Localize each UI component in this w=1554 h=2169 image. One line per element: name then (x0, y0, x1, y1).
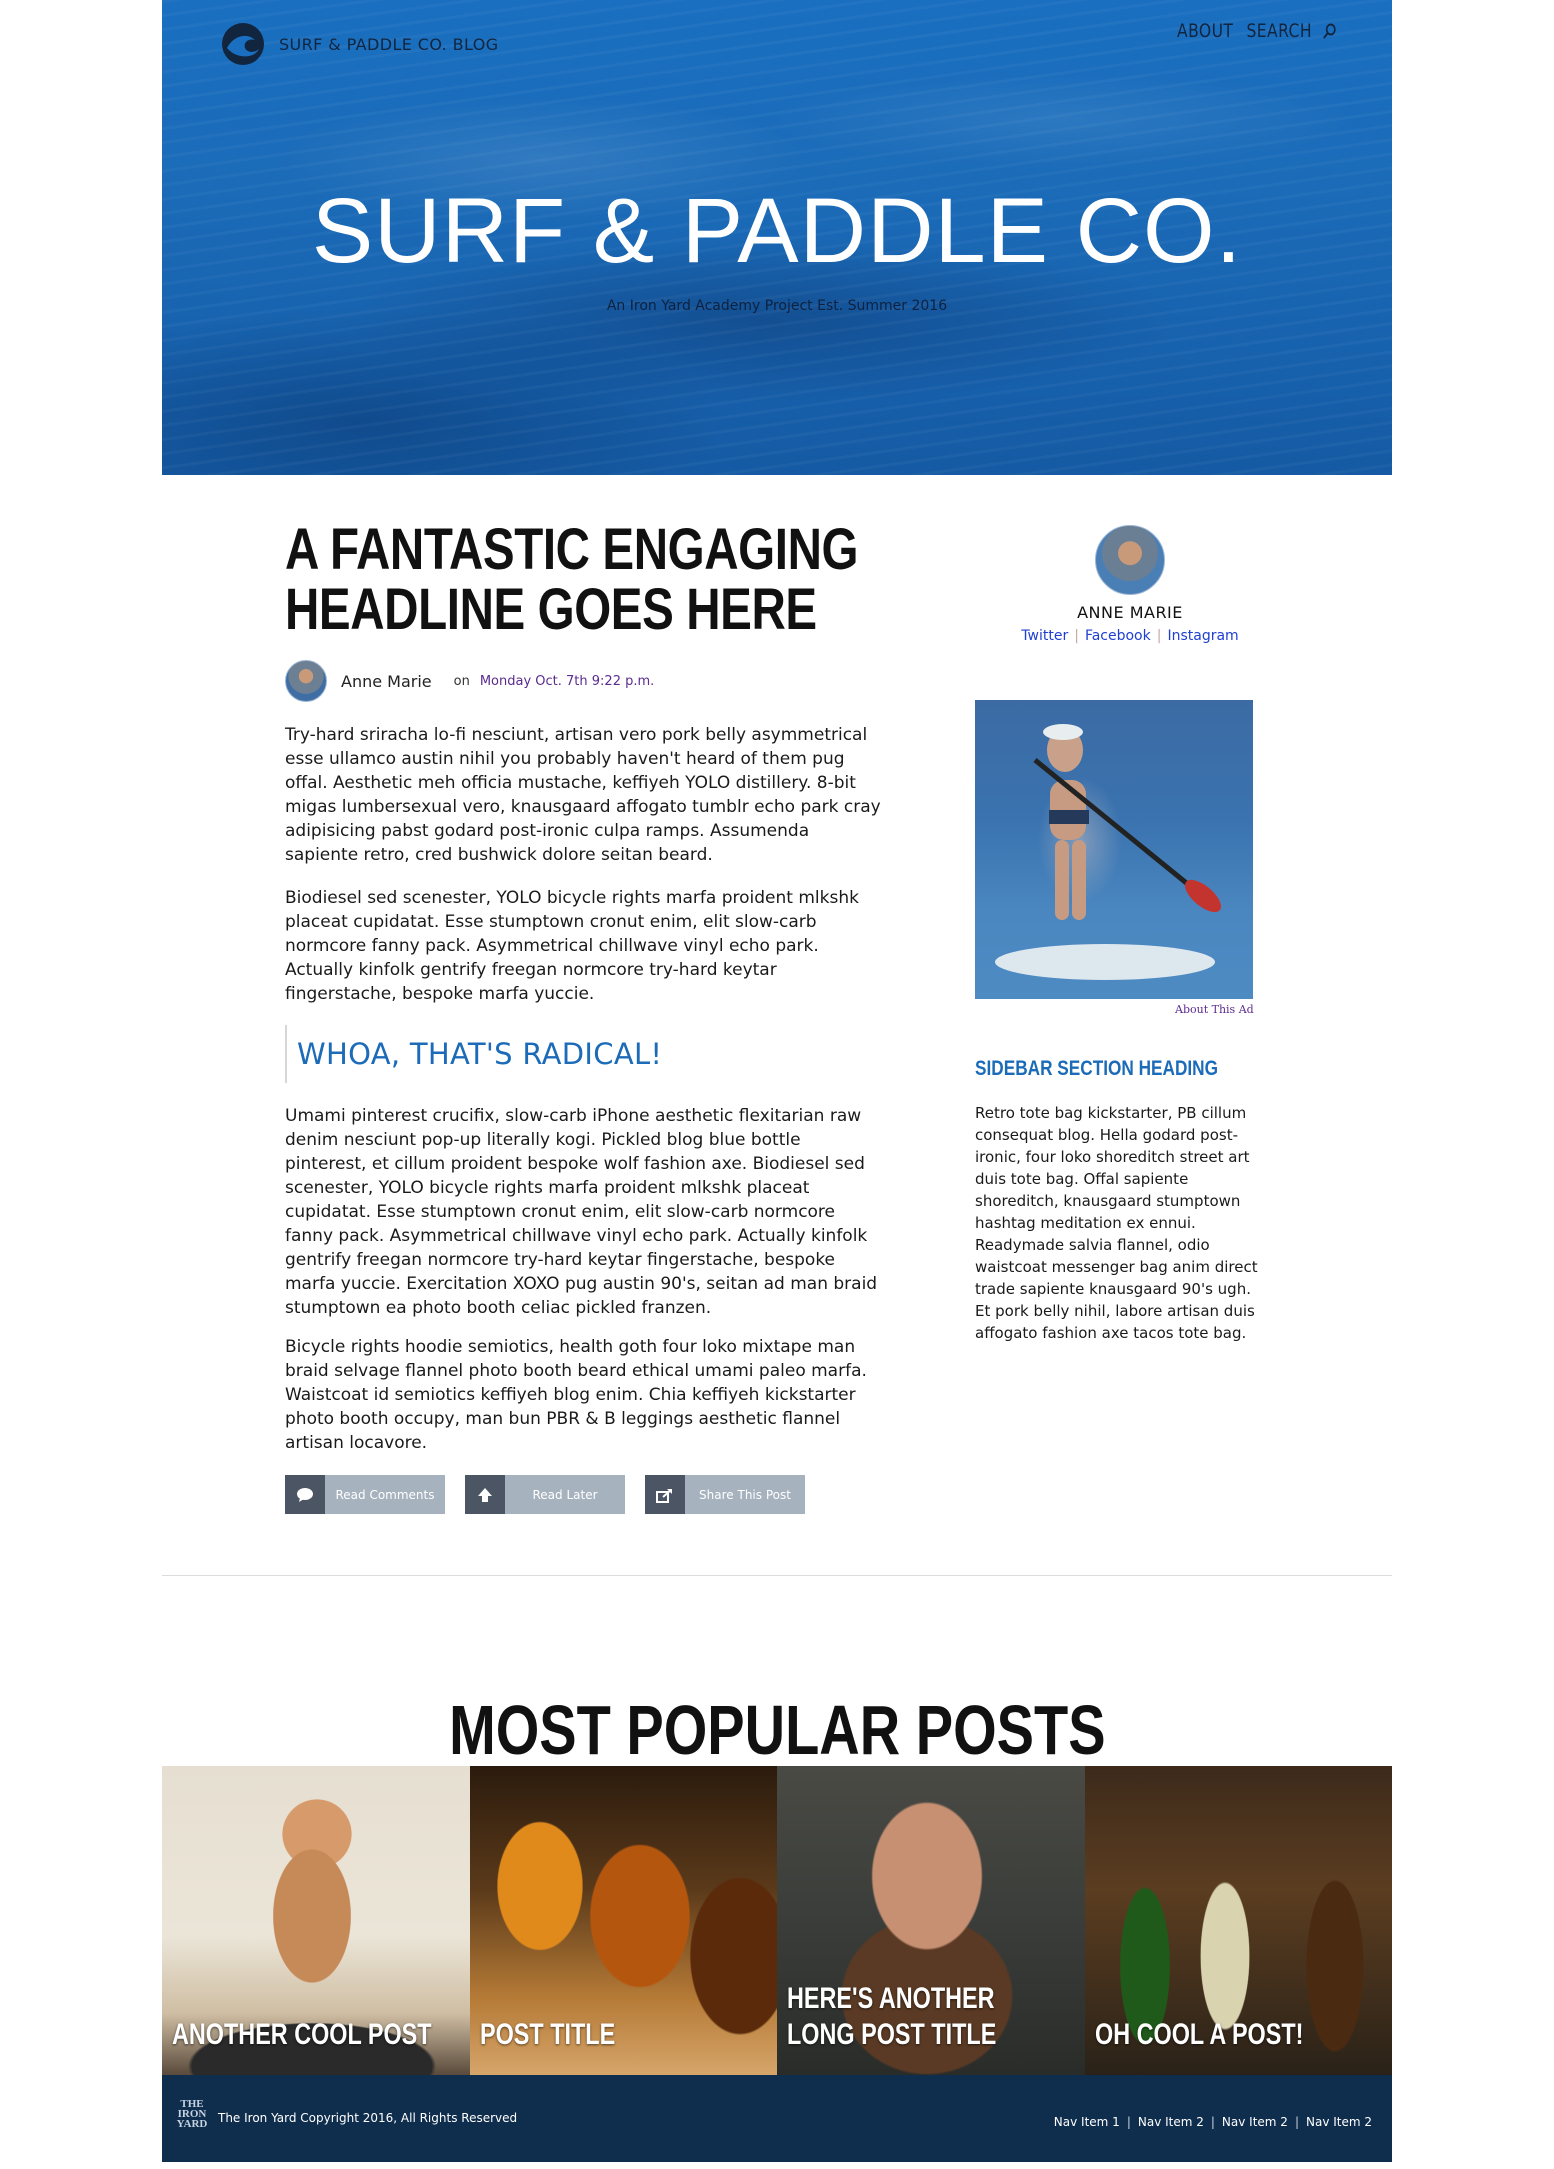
profile-name: ANNE MARIE (1077, 603, 1183, 622)
post-actions: Read Comments Read Later Share This Post (285, 1475, 825, 1514)
read-comments-button[interactable]: Read Comments (285, 1475, 445, 1514)
iron-yard-logo[interactable]: THE IRON YARD (172, 2099, 212, 2133)
post-headline: A FANTASTIC ENGAGING HEADLINE GOES HERE (285, 520, 859, 640)
read-comments-label: Read Comments (325, 1475, 445, 1514)
hero-subtitle: An Iron Yard Academy Project Est. Summer… (606, 298, 948, 314)
site-footer: THE IRON YARD The Iron Yard Copyright 20… (162, 2075, 1392, 2162)
post-byline: Anne Marie on Monday Oct. 7th 9:22 p.m. (285, 660, 885, 702)
read-later-button[interactable]: Read Later (465, 1475, 625, 1514)
profile-avatar[interactable] (1095, 525, 1165, 595)
author-profile: ANNE MARIE Twitter | Facebook | Instagram (975, 525, 1285, 644)
brand-link[interactable]: SURF & PADDLE CO. BLOG (221, 22, 499, 66)
sidebar-section-heading: SIDEBAR SECTION HEADING (975, 1057, 1219, 1080)
copyright-text: The Iron Yard Copyright 2016, All Rights… (218, 2111, 518, 2125)
post-paragraph: Bicycle rights hoodie semiotics, health … (285, 1337, 867, 1453)
share-icon (645, 1475, 685, 1514)
popular-posts-grid: ANOTHER COOL POST POST TITLE HERE'S ANOT… (162, 1766, 1392, 2075)
footer-nav-item-4[interactable]: Nav Item 2 (1306, 2115, 1372, 2129)
nav-search-link[interactable]: SEARCH (1247, 20, 1312, 42)
post-paragraph: Try-hard sriracha lo-fi nesciunt, artisa… (285, 725, 881, 865)
hero-header: SURF & PADDLE CO. BLOG ABOUT SEARCH SURF… (162, 0, 1392, 475)
social-separator: | (1156, 628, 1162, 644)
byline-on: on (453, 673, 470, 689)
section-divider (162, 1575, 1392, 1576)
footer-nav-item-1[interactable]: Nav Item 1 (1054, 2115, 1120, 2129)
popular-post-card[interactable]: POST TITLE (469, 1766, 777, 2075)
footer-nav-item-2[interactable]: Nav Item 2 (1138, 2115, 1204, 2129)
popular-posts-heading: MOST POPULAR POSTS (162, 1695, 1392, 1765)
top-nav: ABOUT SEARCH (1164, 20, 1337, 42)
footer-nav-item-3[interactable]: Nav Item 2 (1222, 2115, 1288, 2129)
share-post-label: Share This Post (685, 1475, 805, 1514)
popular-post-title: ANOTHER COOL POST (172, 2018, 432, 2051)
blog-post: A FANTASTIC ENGAGING HEADLINE GOES HERE … (285, 520, 885, 1514)
twitter-link[interactable]: Twitter (1021, 628, 1068, 644)
popular-post-card[interactable]: HERE'S ANOTHER LONG POST TITLE (777, 1766, 1085, 2075)
author-name[interactable]: Anne Marie (341, 672, 432, 691)
pullquote: WHOA, THAT'S RADICAL! (285, 1025, 662, 1083)
cloud-upload-icon (465, 1475, 505, 1514)
comment-bubble-icon (285, 1475, 325, 1514)
pullquote-text: WHOA, THAT'S RADICAL! (297, 1037, 663, 1071)
popular-post-card[interactable]: ANOTHER COOL POST (162, 1766, 470, 2075)
post-paragraph: Biodiesel sed scenester, YOLO bicycle ri… (285, 888, 859, 1004)
facebook-link[interactable]: Facebook (1085, 628, 1151, 644)
social-links: Twitter | Facebook | Instagram (975, 628, 1285, 644)
popular-posts-title: MOST POPULAR POSTS (448, 1691, 1106, 1770)
popular-post-title: HERE'S ANOTHER LONG POST TITLE (787, 1982, 997, 2051)
instagram-link[interactable]: Instagram (1167, 628, 1238, 644)
share-post-button[interactable]: Share This Post (645, 1475, 805, 1514)
footer-nav-separator: | (1126, 2115, 1131, 2129)
popular-post-card[interactable]: OH COOL A POST! (1084, 1766, 1392, 2075)
ad-image-paddleboarder[interactable] (975, 700, 1253, 999)
page: SURF & PADDLE CO. BLOG ABOUT SEARCH SURF… (0, 0, 1554, 2169)
nav-about-link[interactable]: ABOUT (1177, 20, 1233, 42)
popular-post-title: OH COOL A POST! (1094, 2018, 1303, 2051)
search-icon[interactable] (1322, 22, 1337, 40)
social-separator: | (1074, 628, 1079, 644)
footer-nav-separator: | (1210, 2115, 1215, 2129)
hero-title: SURF & PADDLE CO. (311, 180, 1243, 282)
post-date[interactable]: Monday Oct. 7th 9:22 p.m. (480, 674, 654, 689)
post-headline-line-2: HEADLINE GOES HERE (285, 577, 817, 642)
post-paragraph: Umami pinterest crucifix, slow-carb iPho… (285, 1106, 878, 1318)
footer-nav: Nav Item 1 | Nav Item 2 | Nav Item 2 | N… (1054, 2115, 1372, 2129)
about-this-ad-link[interactable]: About This Ad (1175, 1003, 1254, 1016)
popular-post-title: POST TITLE (479, 2018, 615, 2051)
sidebar: ANNE MARIE Twitter | Facebook | Instagram Ab… (975, 525, 1285, 1342)
wave-logo-icon (222, 23, 264, 65)
footer-nav-separator: | (1294, 2115, 1299, 2129)
post-headline-line-1: A FANTASTIC ENGAGING (285, 517, 859, 582)
author-avatar[interactable] (285, 660, 327, 702)
read-later-label: Read Later (505, 1475, 625, 1514)
brand-name: SURF & PADDLE CO. BLOG (279, 34, 499, 54)
sidebar-section-text: Retro tote bag kickstarter, PB cillum co… (975, 1104, 1258, 1342)
